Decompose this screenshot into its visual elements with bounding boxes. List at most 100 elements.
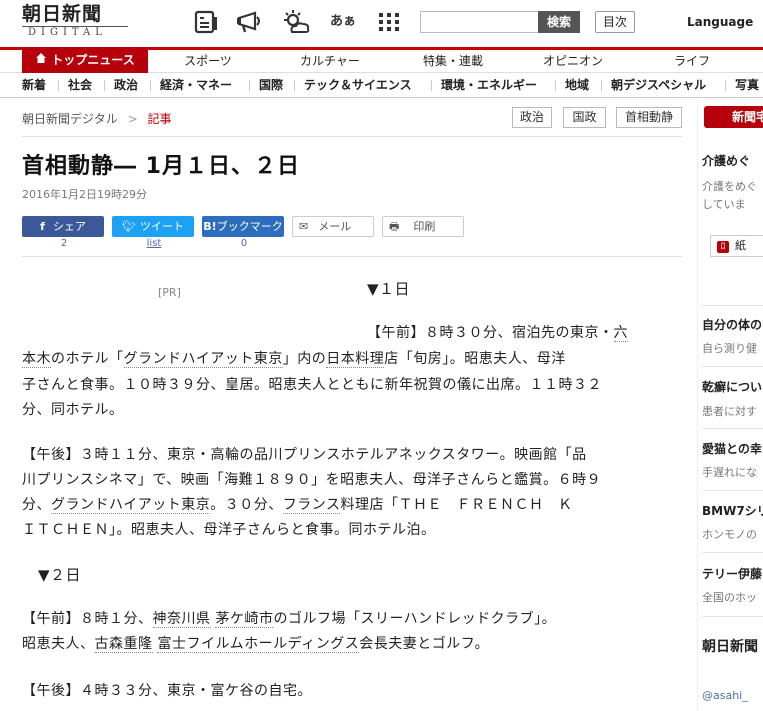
link-japanese-cuisine[interactable]: 日本料理 xyxy=(326,351,385,368)
search-button[interactable]: 検索 xyxy=(538,11,580,33)
paragraph-text: 子さんと食事。１０時３９分、皇居。昭恵夫人とともに新年祝賀の儀に出席。１１時３２ xyxy=(22,377,602,393)
logo-main-text: 朝日新聞 xyxy=(22,3,103,25)
divider xyxy=(702,366,763,367)
link-france[interactable]: フランス xyxy=(282,497,341,514)
divider xyxy=(702,490,763,491)
rail-ad-title[interactable]: 愛猫との幸 xyxy=(702,440,762,457)
print-label: 印刷 xyxy=(413,220,436,233)
link-roppongi[interactable]: 六 xyxy=(613,325,628,342)
sub-nav-politics[interactable]: 政治 xyxy=(114,73,138,97)
sub-nav-society[interactable]: 社会 xyxy=(68,73,92,97)
day2-heading: ▼２日 xyxy=(38,566,82,584)
sub-nav-photo[interactable]: 写真 xyxy=(735,73,759,97)
logo-sub-text: DIGITAL xyxy=(22,26,128,39)
twitter-handle-link[interactable]: @asahi_ xyxy=(702,689,748,702)
link-komori[interactable]: 古森重隆 xyxy=(94,636,153,653)
main-nav-opinion[interactable]: オピニオン xyxy=(528,50,618,73)
paragraph-text: 【午前】８時３０分、宿泊先の東京・ xyxy=(367,325,614,341)
main-nav-label: トップニュース xyxy=(51,53,135,67)
home-icon xyxy=(35,47,47,74)
right-rail: 新聞宅 介護めぐ 介護をめぐ していま ﾛ紙 自分の体の 自ら測り健 乾癬につい… xyxy=(697,98,763,711)
paragraph-text: 店「旬房」。昭恵夫人、母洋 xyxy=(384,351,566,367)
newspaper-paper-button[interactable]: ﾛ紙 xyxy=(710,235,763,257)
link-grand-hyatt[interactable]: グランドハイアット東京 xyxy=(51,497,211,514)
rail-ad-title[interactable]: 介護めぐ xyxy=(702,152,750,169)
tag-pm-schedule[interactable]: 首相動静 xyxy=(616,107,682,128)
sub-nav-tech-science[interactable]: テック＆サイエンス xyxy=(304,73,412,97)
paragraph-text: 分、同ホテル。 xyxy=(22,402,124,418)
divider xyxy=(294,80,295,91)
rail-ad-title[interactable]: BMW7シリ xyxy=(702,502,763,519)
link-roppongi-cont[interactable]: 本木 xyxy=(22,351,51,368)
link-fujifilm[interactable]: 富士フイルムホールディングス xyxy=(157,636,360,653)
sub-nav-new[interactable]: 新着 xyxy=(22,73,46,97)
facebook-count[interactable]: 2 xyxy=(24,238,104,249)
main-nav-top-news[interactable]: トップニュース xyxy=(22,47,148,73)
site-logo[interactable]: 朝日新聞 DIGITAL xyxy=(22,4,140,42)
print-button[interactable]: 🖶 印刷 xyxy=(382,216,464,237)
divider xyxy=(702,552,763,553)
sub-nav-international[interactable]: 国際 xyxy=(259,73,283,97)
sub-nav-environment[interactable]: 環境・エネルギー xyxy=(441,73,537,97)
divider xyxy=(22,136,682,137)
weather-icon[interactable] xyxy=(280,8,312,36)
search-input[interactable] xyxy=(420,11,538,33)
rail-ad-text: ホンモノの xyxy=(702,528,757,541)
sub-nav-special[interactable]: 朝デジスペシャル xyxy=(611,73,706,97)
mail-icon: ✉ xyxy=(299,220,309,233)
paragraph-text: 昭恵夫人、 xyxy=(22,636,95,652)
language-link[interactable]: Language xyxy=(687,15,753,29)
paragraph-text: 【午後】４時３３分、東京・富ケ谷の自宅。 xyxy=(22,683,312,699)
main-nav-features[interactable]: 特集・連載 xyxy=(408,50,498,73)
tag-politics[interactable]: 政治 xyxy=(512,107,552,128)
link-grand-hyatt[interactable]: グランドハイアット東京 xyxy=(123,351,283,368)
mail-label: メール xyxy=(318,220,352,233)
pr-label[interactable]: [PR] xyxy=(158,286,181,299)
subscribe-button[interactable]: 新聞宅 xyxy=(704,106,763,128)
rail-ad-title[interactable]: テリー伊藤 xyxy=(702,565,762,582)
article-date: 2016年1月2日19時29分 xyxy=(22,188,147,201)
article-paragraph: 【午前】８時３０分、宿泊先の東京・六 xyxy=(367,320,628,347)
article-paragraph-line: 本木のホテル「グランドハイアット東京」内の日本料理店「旬房」。昭恵夫人、母洋 xyxy=(22,346,566,373)
newspaper-icon[interactable] xyxy=(192,8,220,36)
article-title: 首相動静― 1月１日、２日 xyxy=(22,154,300,179)
rail-ad-text: 手遅れにな xyxy=(702,466,757,479)
divider xyxy=(249,80,250,91)
link-kanagawa[interactable]: 神奈川県 xyxy=(152,611,211,628)
mail-button[interactable]: ✉ メール xyxy=(292,216,374,237)
divider xyxy=(725,80,726,91)
main-nav-culture[interactable]: カルチャー xyxy=(282,50,378,73)
breadcrumb: 朝日新聞デジタル > 記事 xyxy=(22,110,172,127)
main-nav-life[interactable]: ライフ xyxy=(662,50,722,73)
article-paragraph-line: 昭恵夫人、古森重隆 富士フイルムホールディングス会長夫妻とゴルフ。 xyxy=(22,631,489,658)
hatena-bookmark-button[interactable]: B!ブックマーク xyxy=(202,216,284,237)
hatena-bookmark-label: ブックマーク xyxy=(216,220,283,233)
breadcrumb-separator: > xyxy=(127,112,138,126)
sub-nav-economy[interactable]: 経済・マネー xyxy=(160,73,232,97)
grid-menu-icon[interactable] xyxy=(375,8,403,36)
rail-ad-title[interactable]: 乾癬につい xyxy=(702,378,762,395)
sub-nav-region[interactable]: 地域 xyxy=(565,73,589,97)
breadcrumb-home[interactable]: 朝日新聞デジタル xyxy=(22,112,118,126)
twitter-count[interactable]: list xyxy=(114,238,194,249)
rail-ad-title[interactable]: 自分の体の xyxy=(702,316,762,333)
divider xyxy=(431,80,432,91)
divider xyxy=(58,80,59,91)
font-size-icon[interactable]: あぁ xyxy=(330,8,358,36)
paper-label: 紙 xyxy=(735,239,746,252)
paragraph-text: 【午前】８時１分、 xyxy=(22,611,153,627)
divider xyxy=(555,80,556,91)
hatena-count[interactable]: 0 xyxy=(204,238,284,249)
facebook-icon: f xyxy=(40,220,45,233)
megaphone-icon[interactable] xyxy=(235,8,267,36)
link-chigasaki[interactable]: 茅ケ崎市 xyxy=(215,611,274,628)
divider xyxy=(702,305,763,306)
facebook-share-button[interactable]: f シェア xyxy=(22,216,104,237)
paragraph-text: 。３０分、 xyxy=(210,497,283,513)
divider xyxy=(150,80,151,91)
twitter-share-button[interactable]: 🐦︎ ツイート xyxy=(112,216,194,237)
paragraph-text: 」内の xyxy=(282,351,327,367)
main-nav-sports[interactable]: スポーツ xyxy=(168,50,248,73)
tag-national-politics[interactable]: 国政 xyxy=(563,107,606,128)
index-button[interactable]: 目次 xyxy=(595,11,635,33)
